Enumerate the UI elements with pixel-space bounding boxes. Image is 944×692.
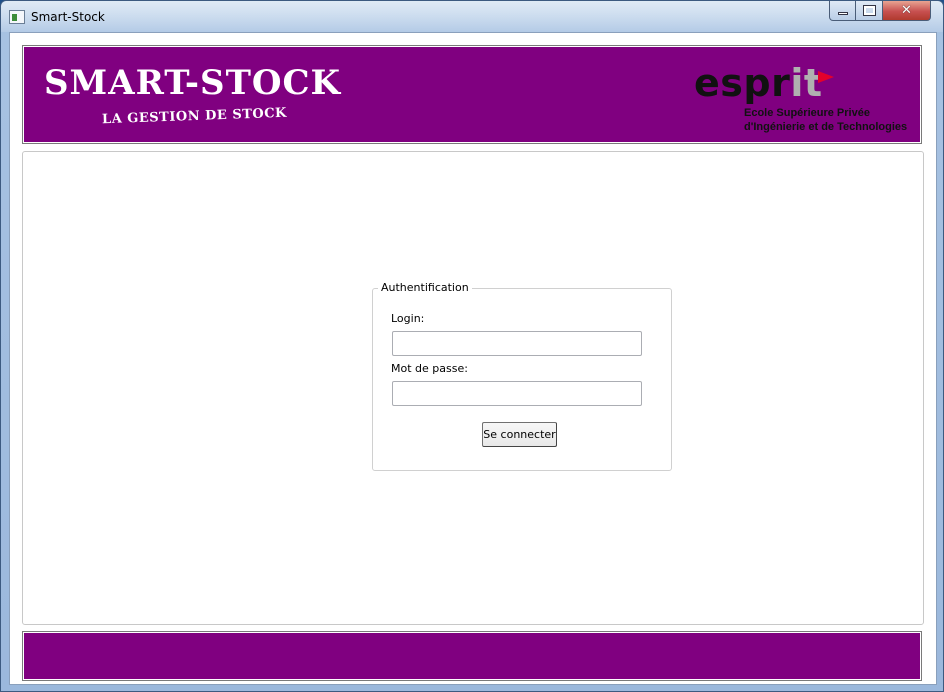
minimize-icon: [837, 12, 848, 15]
window-controls: ✕: [829, 1, 931, 21]
login-label: Login:: [391, 312, 425, 325]
brand-subtitle: LA GESTION DE STOCK: [101, 105, 288, 128]
login-input[interactable]: [392, 331, 642, 356]
authentication-group: Authentification Login: Mot de passe: Se…: [372, 281, 672, 471]
flag-icon: [818, 71, 834, 83]
esprit-tagline-1: Ecole Supérieure Privée: [744, 107, 870, 119]
header-banner: SMART-STOCK LA GESTION DE STOCK esprit E…: [22, 45, 922, 144]
header-background: SMART-STOCK LA GESTION DE STOCK esprit E…: [24, 47, 920, 142]
connect-button[interactable]: Se connecter: [482, 422, 557, 447]
esprit-wordmark-main: espr: [694, 61, 791, 105]
footer-banner: [22, 631, 922, 681]
app-icon[interactable]: [9, 10, 25, 24]
close-button[interactable]: ✕: [883, 1, 931, 21]
brand-title: SMART-STOCK: [44, 63, 342, 103]
maximize-icon: [862, 5, 876, 16]
title-bar[interactable]: Smart-Stock ✕: [1, 1, 943, 32]
esprit-logo: esprit Ecole Supérieure Privée d'Ingénie…: [694, 61, 914, 136]
window-client-area: SMART-STOCK LA GESTION DE STOCK esprit E…: [9, 32, 937, 685]
close-icon: ✕: [901, 3, 912, 18]
password-label: Mot de passe:: [391, 362, 468, 375]
maximize-button[interactable]: [856, 1, 883, 21]
window-title: Smart-Stock: [31, 10, 105, 24]
esprit-wordmark-accent: it: [790, 61, 823, 105]
footer-background: [24, 633, 920, 679]
app-window: Smart-Stock ✕ SMART-STOCK LA GESTION DE …: [0, 0, 944, 692]
minimize-button[interactable]: [829, 1, 856, 21]
password-input[interactable]: [392, 381, 642, 406]
esprit-wordmark: esprit: [694, 61, 823, 105]
esprit-tagline-2: d'Ingénierie et de Technologies: [744, 121, 908, 133]
authentication-legend: Authentification: [378, 281, 472, 294]
main-panel: Authentification Login: Mot de passe: Se…: [22, 151, 924, 625]
